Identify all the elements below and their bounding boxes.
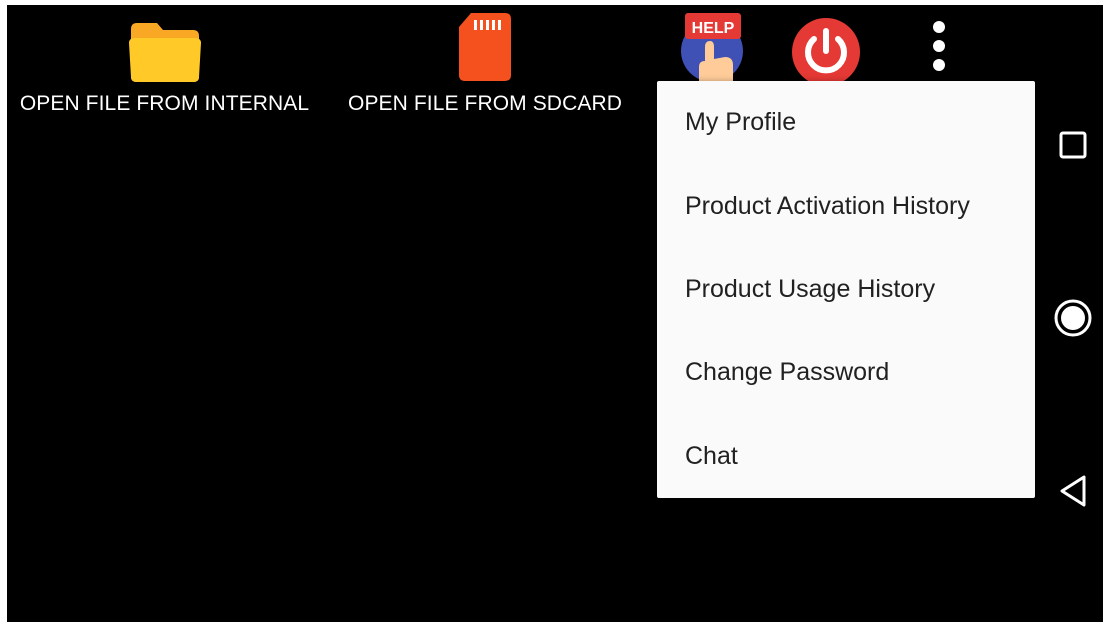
menu-item-product-usage-history[interactable]: Product Usage History <box>657 248 1035 331</box>
folder-icon <box>127 5 203 83</box>
help-icon-text: HELP <box>692 20 735 37</box>
recents-icon[interactable] <box>1043 123 1103 167</box>
more-vert-icon[interactable] <box>921 17 957 77</box>
open-internal-label: OPEN FILE FROM INTERNAL <box>19 92 310 115</box>
menu-item-chat[interactable]: Chat <box>657 415 1035 498</box>
menu-item-my-profile[interactable]: My Profile <box>657 81 1035 164</box>
power-icon <box>792 18 860 86</box>
open-sdcard-button[interactable]: OPEN FILE FROM SDCARD <box>340 5 630 116</box>
help-icon[interactable]: HELP <box>677 11 747 83</box>
app-screen: OPEN FILE FROM INTERNAL OPEN FILE FROM S… <box>7 5 1103 622</box>
power-button[interactable] <box>791 17 861 87</box>
navigation-bar <box>1043 5 1103 622</box>
sd-card-icon <box>457 5 513 83</box>
menu-item-change-password[interactable]: Change Password <box>657 331 1035 414</box>
open-internal-button[interactable]: OPEN FILE FROM INTERNAL <box>7 5 322 116</box>
menu-item-product-activation-history[interactable]: Product Activation History <box>657 164 1035 247</box>
overflow-menu: My Profile Product Activation History Pr… <box>657 81 1035 498</box>
open-sdcard-label: OPEN FILE FROM SDCARD <box>348 92 622 115</box>
home-icon[interactable] <box>1043 295 1103 341</box>
back-icon[interactable] <box>1043 469 1103 513</box>
